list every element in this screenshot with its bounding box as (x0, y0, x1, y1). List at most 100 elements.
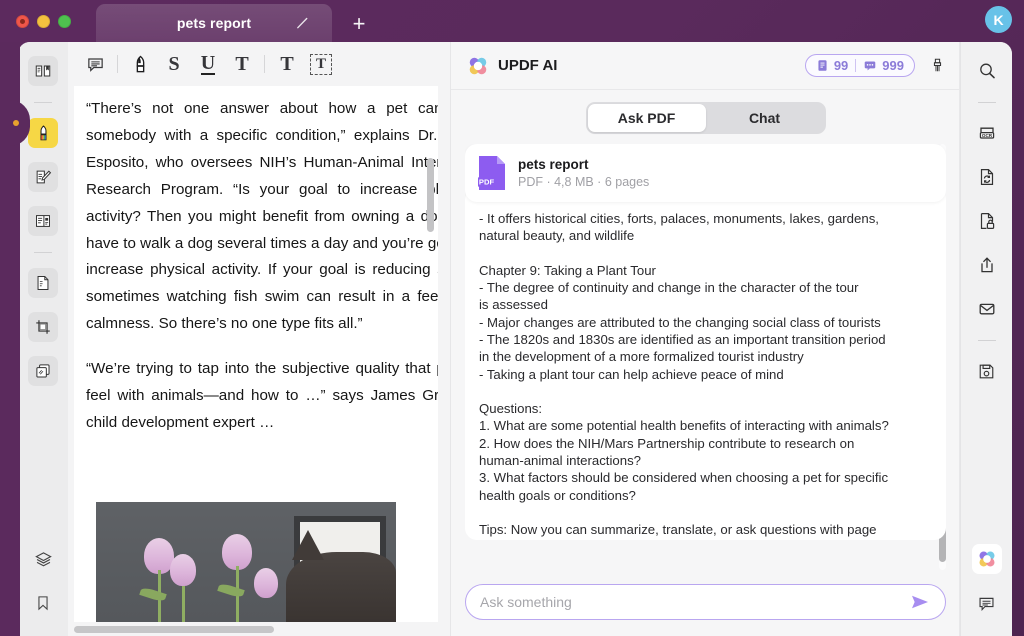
pdf-image-tulips-and-cat (96, 502, 396, 622)
share-icon (977, 255, 997, 275)
traffic-lights (16, 15, 71, 28)
pencil-icon[interactable] (295, 16, 310, 31)
updf-flower-icon (467, 55, 489, 77)
pdf-vertical-scrollbar[interactable] (427, 158, 434, 232)
ai-panel-title: UPDF AI (498, 57, 557, 74)
brush-icon (929, 57, 946, 74)
pdf-credit-count: 99 (834, 58, 848, 73)
book-open-icon (34, 62, 52, 80)
sidebar-item-convert[interactable] (972, 162, 1002, 192)
attached-file-card[interactable]: PDF pets report PDF · 4,8 MB · 6 pages (465, 144, 946, 202)
tab-strip: pets report + (96, 4, 372, 42)
tab-pets-report[interactable]: pets report (96, 4, 332, 42)
annotation-toolbar: S U T T T (68, 42, 450, 86)
strikethrough-tool[interactable]: S (157, 49, 191, 79)
sidebar-item-edit-pdf[interactable] (28, 162, 58, 192)
document-lock-icon (977, 211, 997, 231)
sidebar-item-save[interactable] (972, 356, 1002, 386)
ai-response-message: - It offers historical cities, forts, pa… (465, 188, 946, 540)
squiggly-underline-tool[interactable]: T (225, 49, 259, 79)
sidebar-item-highlight-tool[interactable] (28, 118, 58, 148)
pdf-horizontal-scrollbar[interactable] (74, 626, 274, 633)
tulip-4 (254, 568, 278, 598)
search-input[interactable] (480, 594, 909, 610)
floppy-disk-icon (977, 362, 996, 381)
sidebar-item-crop-page[interactable] (28, 312, 58, 342)
highlighter-icon (34, 124, 53, 143)
strikethrough-icon: S (168, 53, 179, 76)
rail-divider-2 (34, 252, 52, 253)
chat-credit: 999 (863, 58, 904, 73)
svg-text:PDF: PDF (479, 178, 495, 187)
sidebar-item-layers[interactable] (28, 544, 58, 574)
pdf-paragraph-1: “There’s not one answer about how a pet … (86, 96, 438, 338)
pdf-page[interactable]: “There’s not one answer about how a pet … (74, 86, 438, 622)
underline-icon: U (201, 53, 215, 75)
send-button[interactable] (909, 594, 931, 610)
close-window-button[interactable] (16, 15, 29, 28)
svg-text:OCR: OCR (981, 133, 992, 138)
ai-pane-border (959, 42, 960, 636)
document-export-icon (34, 274, 52, 292)
pdf-page-text: “There’s not one answer about how a pet … (74, 86, 438, 437)
sidebar-item-protect[interactable] (972, 206, 1002, 236)
sidebar-item-search[interactable] (972, 56, 1002, 86)
sidebar-item-email[interactable] (972, 294, 1002, 324)
sticky-note-tool[interactable] (78, 49, 112, 79)
sidebar-item-ocr[interactable]: OCR (972, 118, 1002, 148)
text-field-tool[interactable]: T (304, 49, 338, 79)
credits-divider (855, 59, 856, 72)
sidebar-item-batch-process[interactable] (28, 356, 58, 386)
ai-panel-header: UPDF AI 99 (451, 42, 960, 90)
layers-icon (34, 550, 53, 569)
updf-flower-icon (977, 549, 997, 569)
tab-chat[interactable]: Chat (706, 104, 824, 132)
text-box-icon: T (310, 54, 332, 75)
main-window: S U T T T “There’s not one answer ab (18, 42, 1012, 636)
toolbar-divider-2 (264, 55, 265, 73)
ai-chat-area: PDF pets report PDF · 4,8 MB · 6 pages -… (465, 144, 946, 570)
text-tool[interactable]: T (270, 49, 304, 79)
envelope-icon (977, 299, 997, 319)
sidebar-item-bookmarks[interactable] (28, 588, 58, 618)
underline-tool[interactable]: U (191, 49, 225, 79)
pdf-document-icon: PDF (477, 155, 507, 191)
sidebar-item-updf-ai[interactable] (972, 544, 1002, 574)
comment-icon (86, 55, 105, 74)
sidebar-item-organize-pages[interactable] (28, 206, 58, 236)
ai-mode-tabs-wrap: Ask PDF Chat (451, 90, 960, 144)
app-window: pets report + K (0, 0, 1024, 636)
pdf-file-icon: PDF (477, 155, 507, 191)
right-rail-divider (978, 102, 996, 103)
handle-indicator-dot (13, 120, 19, 126)
document-pencil-icon (34, 168, 52, 186)
sidebar-item-comments[interactable] (972, 588, 1002, 618)
ask-something-box[interactable] (465, 584, 946, 620)
ocr-icon: OCR (977, 123, 997, 143)
clear-chat-button[interactable] (929, 57, 946, 74)
tab-ask-pdf[interactable]: Ask PDF (588, 104, 706, 132)
new-tab-button[interactable]: + (346, 11, 372, 37)
sidebar-item-reader-view[interactable] (28, 56, 58, 86)
pdf-paragraph-2: “We’re trying to tap into the subjective… (86, 356, 438, 437)
file-meta: PDF · 4,8 MB · 6 pages (518, 175, 649, 189)
cat (286, 552, 396, 622)
zoom-window-button[interactable] (58, 15, 71, 28)
right-toolbar-rail: OCR (960, 42, 1012, 636)
tulip-2 (170, 554, 196, 586)
avatar[interactable]: K (985, 6, 1012, 33)
highlighter-tool[interactable] (123, 49, 157, 79)
minimize-window-button[interactable] (37, 15, 50, 28)
comment-icon (977, 594, 996, 613)
updf-ai-pane: UPDF AI 99 (450, 42, 960, 636)
toolbar-divider-1 (117, 55, 118, 73)
file-info: pets report PDF · 4,8 MB · 6 pages (518, 157, 649, 189)
sidebar-item-share[interactable] (972, 250, 1002, 280)
pdf-credit: 99 (816, 58, 848, 73)
rail-divider (34, 102, 52, 103)
pdf-viewer-pane: S U T T T “There’s not one answer ab (68, 42, 450, 636)
title-bar: pets report + K (0, 0, 1024, 42)
ai-credits-badge[interactable]: 99 999 (805, 54, 915, 77)
search-icon (977, 61, 997, 81)
sidebar-item-convert-pdf[interactable] (28, 268, 58, 298)
